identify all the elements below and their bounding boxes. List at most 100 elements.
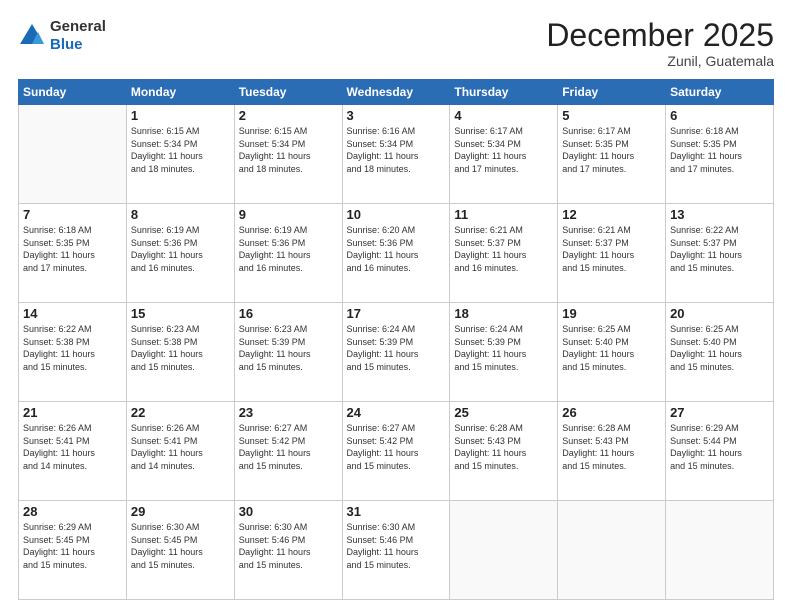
day-number: 1 [131,108,230,123]
calendar-week-row: 7 Sunrise: 6:18 AM Sunset: 5:35 PM Daylig… [19,204,774,303]
logo-general: General [50,18,106,35]
table-row: 20 Sunrise: 6:25 AM Sunset: 5:40 PM Dayli… [666,303,774,402]
day-number: 30 [239,504,338,519]
title-block: December 2025 Zunil, Guatemala [546,18,774,69]
table-row: 16 Sunrise: 6:23 AM Sunset: 5:39 PM Dayli… [234,303,342,402]
table-row: 29 Sunrise: 6:30 AM Sunset: 5:45 PM Dayli… [126,501,234,600]
day-number: 14 [23,306,122,321]
day-number: 20 [670,306,769,321]
day-number: 21 [23,405,122,420]
day-info: Sunrise: 6:27 AM Sunset: 5:42 PM Dayligh… [239,422,338,472]
day-info: Sunrise: 6:20 AM Sunset: 5:36 PM Dayligh… [347,224,446,274]
table-row: 14 Sunrise: 6:22 AM Sunset: 5:38 PM Dayli… [19,303,127,402]
day-info: Sunrise: 6:17 AM Sunset: 5:34 PM Dayligh… [454,125,553,175]
col-tuesday: Tuesday [234,80,342,105]
table-row: 6Sunrise: 6:18 AM Sunset: 5:35 PM Daylig… [666,105,774,204]
day-info: Sunrise: 6:15 AM Sunset: 5:34 PM Dayligh… [239,125,338,175]
day-info: Sunrise: 6:29 AM Sunset: 5:44 PM Dayligh… [670,422,769,472]
day-number: 2 [239,108,338,123]
table-row: 11Sunrise: 6:21 AM Sunset: 5:37 PM Dayli… [450,204,558,303]
calendar-week-row: 14 Sunrise: 6:22 AM Sunset: 5:38 PM Dayli… [19,303,774,402]
day-info: Sunrise: 6:15 AM Sunset: 5:34 PM Dayligh… [131,125,230,175]
location-subtitle: Zunil, Guatemala [546,53,774,69]
day-number: 18 [454,306,553,321]
table-row: 28Sunrise: 6:29 AM Sunset: 5:45 PM Dayli… [19,501,127,600]
header: General Blue December 2025 Zunil, Guatem… [18,18,774,69]
logo-icon [18,22,46,50]
table-row: 1 Sunrise: 6:15 AM Sunset: 5:34 PM Daylig… [126,105,234,204]
day-info: Sunrise: 6:23 AM Sunset: 5:38 PM Dayligh… [131,323,230,373]
day-info: Sunrise: 6:19 AM Sunset: 5:36 PM Dayligh… [131,224,230,274]
table-row: 27 Sunrise: 6:29 AM Sunset: 5:44 PM Dayli… [666,402,774,501]
table-row [19,105,127,204]
day-number: 5 [562,108,661,123]
col-wednesday: Wednesday [342,80,450,105]
table-row [450,501,558,600]
day-number: 13 [670,207,769,222]
table-row: 15 Sunrise: 6:23 AM Sunset: 5:38 PM Dayli… [126,303,234,402]
page: General Blue December 2025 Zunil, Guatem… [0,0,792,612]
day-number: 15 [131,306,230,321]
table-row: 18 Sunrise: 6:24 AM Sunset: 5:39 PM Dayli… [450,303,558,402]
day-number: 29 [131,504,230,519]
col-monday: Monday [126,80,234,105]
day-number: 19 [562,306,661,321]
day-info: Sunrise: 6:24 AM Sunset: 5:39 PM Dayligh… [454,323,553,373]
day-number: 26 [562,405,661,420]
day-number: 27 [670,405,769,420]
day-info: Sunrise: 6:26 AM Sunset: 5:41 PM Dayligh… [23,422,122,472]
col-friday: Friday [558,80,666,105]
day-info: Sunrise: 6:21 AM Sunset: 5:37 PM Dayligh… [562,224,661,274]
day-number: 23 [239,405,338,420]
day-info: Sunrise: 6:25 AM Sunset: 5:40 PM Dayligh… [562,323,661,373]
day-info: Sunrise: 6:19 AM Sunset: 5:36 PM Dayligh… [239,224,338,274]
day-number: 22 [131,405,230,420]
day-number: 6 [670,108,769,123]
day-info: Sunrise: 6:18 AM Sunset: 5:35 PM Dayligh… [23,224,122,274]
calendar-week-row: 21 Sunrise: 6:26 AM Sunset: 5:41 PM Dayli… [19,402,774,501]
table-row: 26 Sunrise: 6:28 AM Sunset: 5:43 PM Dayli… [558,402,666,501]
day-info: Sunrise: 6:28 AM Sunset: 5:43 PM Dayligh… [562,422,661,472]
day-info: Sunrise: 6:30 AM Sunset: 5:45 PM Dayligh… [131,521,230,571]
table-row: 8 Sunrise: 6:19 AM Sunset: 5:36 PM Daylig… [126,204,234,303]
day-number: 8 [131,207,230,222]
day-number: 7 [23,207,122,222]
day-number: 25 [454,405,553,420]
table-row [666,501,774,600]
day-info: Sunrise: 6:23 AM Sunset: 5:39 PM Dayligh… [239,323,338,373]
table-row: 21 Sunrise: 6:26 AM Sunset: 5:41 PM Dayli… [19,402,127,501]
day-info: Sunrise: 6:22 AM Sunset: 5:38 PM Dayligh… [23,323,122,373]
day-info: Sunrise: 6:30 AM Sunset: 5:46 PM Dayligh… [239,521,338,571]
day-number: 16 [239,306,338,321]
day-number: 28 [23,504,122,519]
calendar-table: Sunday Monday Tuesday Wednesday Thursday… [18,79,774,600]
table-row: 13Sunrise: 6:22 AM Sunset: 5:37 PM Dayli… [666,204,774,303]
table-row: 17 Sunrise: 6:24 AM Sunset: 5:39 PM Dayli… [342,303,450,402]
table-row: 10 Sunrise: 6:20 AM Sunset: 5:36 PM Dayli… [342,204,450,303]
table-row [558,501,666,600]
table-row: 4Sunrise: 6:17 AM Sunset: 5:34 PM Daylig… [450,105,558,204]
month-title: December 2025 [546,18,774,53]
table-row: 2 Sunrise: 6:15 AM Sunset: 5:34 PM Daylig… [234,105,342,204]
day-number: 17 [347,306,446,321]
day-info: Sunrise: 6:16 AM Sunset: 5:34 PM Dayligh… [347,125,446,175]
day-info: Sunrise: 6:21 AM Sunset: 5:37 PM Dayligh… [454,224,553,274]
day-info: Sunrise: 6:17 AM Sunset: 5:35 PM Dayligh… [562,125,661,175]
calendar-header-row: Sunday Monday Tuesday Wednesday Thursday… [19,80,774,105]
calendar-week-row: 28Sunrise: 6:29 AM Sunset: 5:45 PM Dayli… [19,501,774,600]
logo-text: General Blue [50,18,106,54]
day-info: Sunrise: 6:26 AM Sunset: 5:41 PM Dayligh… [131,422,230,472]
table-row: 7 Sunrise: 6:18 AM Sunset: 5:35 PM Daylig… [19,204,127,303]
day-number: 31 [347,504,446,519]
day-info: Sunrise: 6:28 AM Sunset: 5:43 PM Dayligh… [454,422,553,472]
table-row: 30 Sunrise: 6:30 AM Sunset: 5:46 PM Dayli… [234,501,342,600]
day-number: 3 [347,108,446,123]
col-saturday: Saturday [666,80,774,105]
day-number: 10 [347,207,446,222]
table-row: 31Sunrise: 6:30 AM Sunset: 5:46 PM Dayli… [342,501,450,600]
day-number: 24 [347,405,446,420]
day-info: Sunrise: 6:24 AM Sunset: 5:39 PM Dayligh… [347,323,446,373]
col-sunday: Sunday [19,80,127,105]
day-info: Sunrise: 6:25 AM Sunset: 5:40 PM Dayligh… [670,323,769,373]
table-row: 25 Sunrise: 6:28 AM Sunset: 5:43 PM Dayli… [450,402,558,501]
